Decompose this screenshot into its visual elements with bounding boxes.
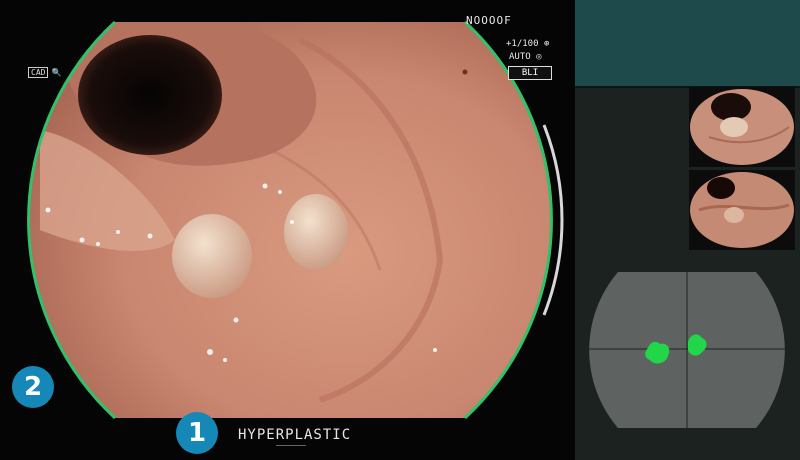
- callout-marker-1: 1: [176, 412, 218, 454]
- diagnosis-label: HYPERPLASTIC: [238, 427, 352, 443]
- cad-lesion-map: [589, 272, 785, 428]
- circle-icon: ◎: [536, 52, 542, 62]
- magnify-icon: 🔍: [51, 68, 62, 77]
- thumbnail-image-1[interactable]: [689, 87, 795, 167]
- light-mode-badge: BLI: [508, 66, 552, 80]
- endoscopic-image: [27, 20, 564, 420]
- circle-icon: ⊕: [543, 39, 550, 49]
- thumbnail-image-2[interactable]: [689, 170, 795, 250]
- auto-label: AUTO: [509, 52, 531, 62]
- thumbnail-endoscopic-view: [690, 89, 794, 165]
- zoom-readout-label: +1/100: [506, 39, 539, 49]
- auto-indicator: AUTO ◎: [509, 52, 542, 62]
- scope-id: NOOOOF: [466, 14, 512, 27]
- thumbnail-endoscopic-view: [690, 172, 794, 248]
- callout-marker-2: 2: [12, 366, 54, 408]
- cad-badge: CAD 🔍: [28, 67, 61, 78]
- side-header-area: [575, 0, 800, 86]
- cad-label: CAD: [28, 67, 49, 78]
- endoscope-main-view: NOOOOF +1/100 ⊕ AUTO ◎ BLI CAD 🔍 HYPERPL…: [0, 0, 575, 460]
- diagnosis-underline: [276, 445, 306, 446]
- zoom-readout: +1/100 ⊕: [506, 39, 549, 49]
